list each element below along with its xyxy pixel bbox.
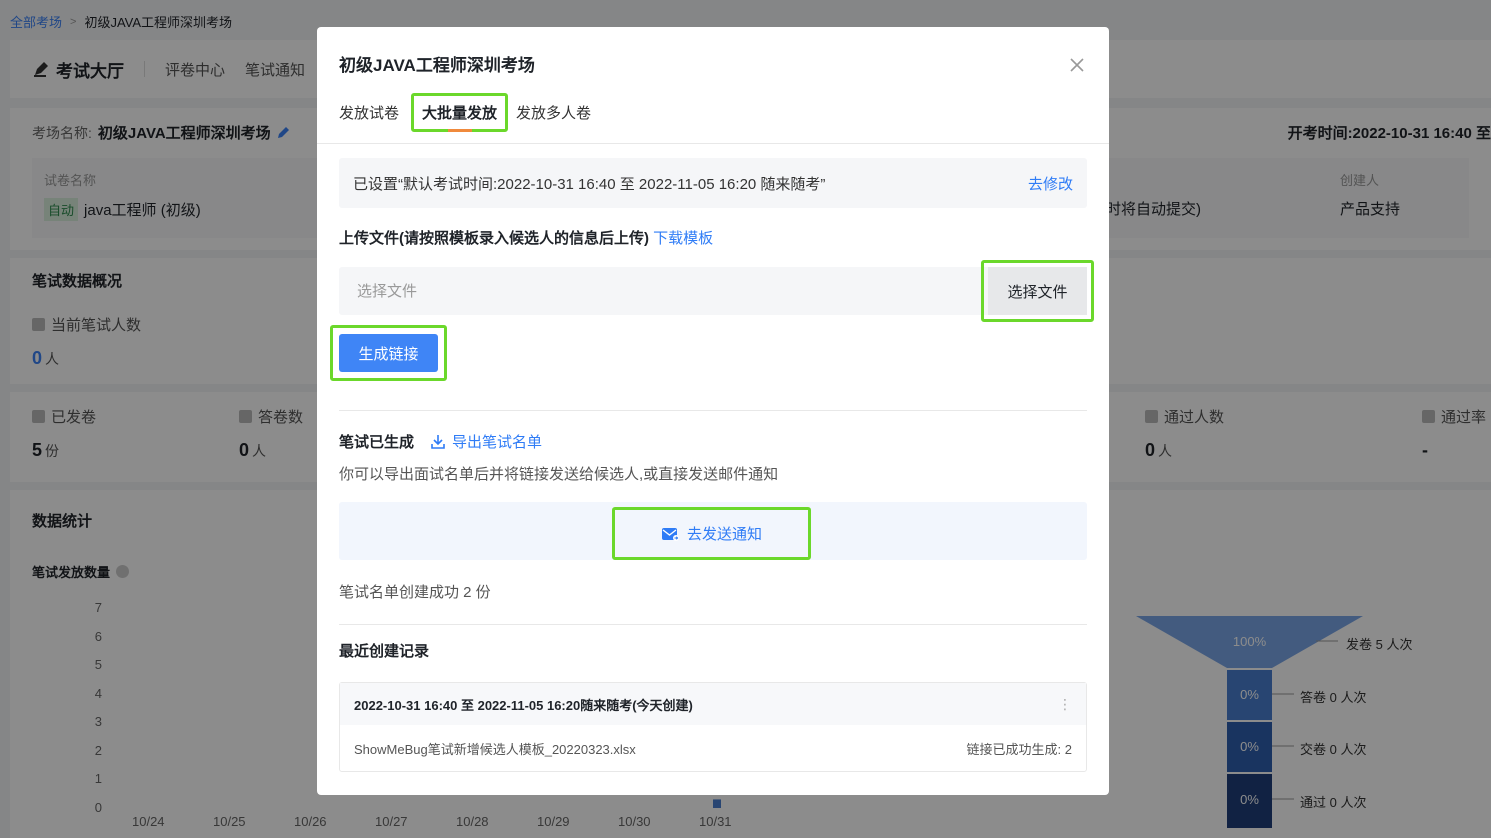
record-card: 2022-10-31 16:40 至 2022-11-05 16:20随来随考(… [339,682,1087,772]
generated-description: 你可以导出面试名单后并将链接发送给候选人,或直接发送邮件通知 [339,466,779,483]
download-template-link[interactable]: 下载模板 [653,230,713,247]
download-icon [431,434,445,449]
tabs-divider [317,143,1109,144]
generate-link-button[interactable]: 生成链接 [339,334,438,372]
bulk-send-dialog: 初级JAVA工程师深圳考场 发放试卷 大批量发放 发放多人卷 已设置“默认考试时… [317,27,1109,795]
section-divider [339,410,1087,411]
export-list-text: 导出笔试名单 [452,434,543,451]
send-notice-text: 去发送通知 [686,526,762,543]
dialog-tabs: 发放试卷 大批量发放 发放多人卷 [339,93,609,132]
tab-send-paper[interactable]: 发放试卷 [339,96,399,129]
upload-title-text: 上传文件(请按照模板录入候选人的信息后上传) [339,230,649,247]
mail-send-icon [661,527,679,541]
recent-records-title: 最近创建记录 [339,643,430,660]
section-divider-2 [339,624,1087,625]
default-time-notice: 已设置“默认考试时间:2022-10-31 16:40 至 2022-11-05… [339,158,1087,208]
generated-section-title: 笔试已生成 导出笔试名单 [339,431,542,452]
modify-link[interactable]: 去修改 [1028,173,1073,194]
record-header: 2022-10-31 16:40 至 2022-11-05 16:20随来随考(… [340,683,1086,725]
record-body: ShowMeBug笔试新增候选人模板_20220323.xlsx 链接已成功生成… [340,725,1086,771]
success-message: 笔试名单创建成功 2 份 [339,584,491,601]
choose-file-highlight: 选择文件 [981,260,1094,322]
upload-title: 上传文件(请按照模板录入候选人的信息后上传) 下载模板 [339,227,713,248]
notice-text: 已设置“默认考试时间:2022-10-31 16:40 至 2022-11-05… [353,175,826,193]
file-path-input[interactable] [339,267,987,315]
generated-title-text: 笔试已生成 [339,434,415,451]
record-status: 链接已成功生成: 2 [966,741,1072,757]
tab-bulk-send[interactable]: 大批量发放 [411,93,509,132]
export-list-link[interactable]: 导出笔试名单 [430,431,542,452]
more-icon[interactable]: ⋮ [1058,696,1072,713]
file-upload-row: 选择文件 [339,260,1094,322]
record-file-name: ShowMeBug笔试新增候选人模板_20220323.xlsx [354,741,636,757]
tab-multi-person-paper[interactable]: 发放多人卷 [516,96,591,129]
send-notice-area: 去发送通知 [339,502,1087,560]
record-header-text: 2022-10-31 16:40 至 2022-11-05 16:20随来随考(… [354,697,693,713]
choose-file-button[interactable]: 选择文件 [988,267,1087,315]
close-icon[interactable] [1067,55,1087,75]
generate-link-highlight: 生成链接 [330,325,447,381]
send-notice-button[interactable]: 去发送通知 [612,507,811,560]
dialog-title: 初级JAVA工程师深圳考场 [339,56,535,75]
